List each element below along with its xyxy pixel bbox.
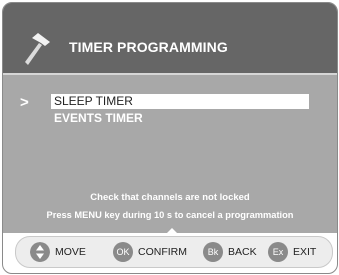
header-divider xyxy=(3,73,337,75)
screen-notch xyxy=(166,228,178,234)
up-down-arrows-icon xyxy=(30,242,50,262)
menu-item-sleep-timer[interactable]: SLEEP TIMER xyxy=(51,94,309,109)
bk-key-icon: Bk xyxy=(203,242,223,262)
menu-header: TIMER PROGRAMMING xyxy=(3,3,337,73)
channel-lock-notice: Check that channels are not locked xyxy=(90,192,250,203)
exit-label: EXIT xyxy=(293,246,317,258)
menu-screen: TIMER PROGRAMMING > SLEEP TIMER EVENTS T… xyxy=(3,3,337,233)
navigation-bar: MOVE OK CONFIRM Bk BACK Ex EXIT xyxy=(15,236,333,268)
ok-key-icon: OK xyxy=(113,242,133,262)
page-title: TIMER PROGRAMMING xyxy=(69,39,228,55)
confirm-label: CONFIRM xyxy=(138,246,187,258)
tv-screen-frame: TIMER PROGRAMMING > SLEEP TIMER EVENTS T… xyxy=(2,2,338,274)
move-label: MOVE xyxy=(55,246,86,258)
selection-pointer: > xyxy=(20,94,29,111)
ex-key-icon: Ex xyxy=(268,242,288,262)
cancel-programming-notice: Press MENU key during 10 s to cancel a p… xyxy=(46,210,294,220)
back-label: BACK xyxy=(228,246,257,258)
menu-item-events-timer[interactable]: EVENTS TIMER xyxy=(51,111,143,126)
hammer-icon xyxy=(25,33,50,65)
